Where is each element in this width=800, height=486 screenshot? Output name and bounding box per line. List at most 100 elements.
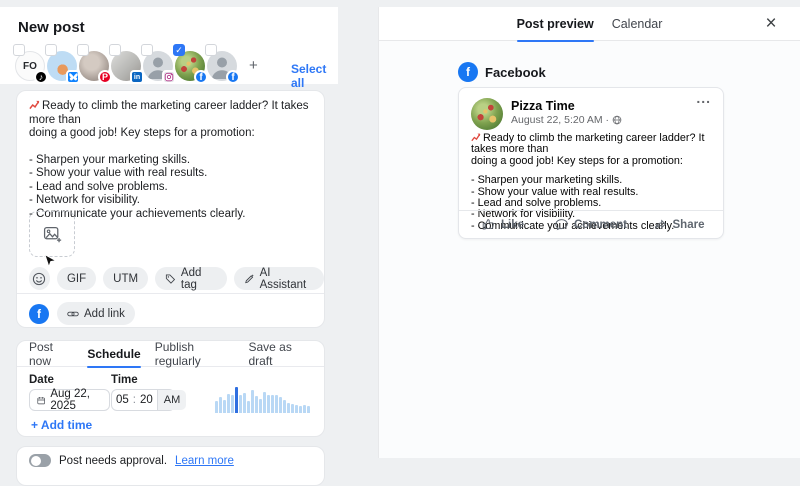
tab-calendar[interactable]: Calendar <box>612 7 663 41</box>
histogram-bar[interactable] <box>275 395 278 413</box>
time-minute[interactable]: 20 <box>136 394 157 406</box>
post-text-editor[interactable]: Ready to climb the marketing career ladd… <box>29 99 316 221</box>
approval-toggle[interactable] <box>29 454 51 467</box>
approval-label: Post needs approval. <box>59 454 168 467</box>
thumbs-up-icon <box>482 219 494 230</box>
tab-schedule[interactable]: Schedule <box>87 341 142 368</box>
facebook-post-preview-card: Pizza Time August 22, 5:20 AM · ... Read… <box>458 87 724 239</box>
post-intro: Ready to climb the marketing career ladd… <box>29 100 309 139</box>
bluesky-icon <box>66 70 80 84</box>
add-link-row: f Add link <box>29 302 135 325</box>
account-facebook-2[interactable]: f <box>205 44 240 84</box>
facebook-icon: f <box>226 70 240 84</box>
add-time-link[interactable]: + Add time <box>31 418 92 432</box>
post-menu-button[interactable]: ... <box>696 90 711 106</box>
preview-panel: Post preview Calendar × f Facebook Pizza… <box>378 7 800 458</box>
histogram-bar[interactable] <box>263 392 266 413</box>
histogram-bar[interactable] <box>239 395 242 413</box>
preview-tabbar: Post preview Calendar × <box>379 7 800 42</box>
account-checkbox[interactable] <box>13 44 25 56</box>
histogram-bar[interactable] <box>235 387 238 413</box>
add-account-button[interactable]: + <box>249 51 258 81</box>
learn-more-link[interactable]: Learn more <box>175 455 234 467</box>
accounts-row: FO ♪ P in ✓ f f + <box>13 44 258 84</box>
time-label: Time <box>111 374 138 386</box>
facebook-icon: f <box>194 70 208 84</box>
add-tag-button[interactable]: Add tag <box>155 267 227 291</box>
composer-header: New post FO ♪ P in ✓ f f + Select all <box>0 7 338 90</box>
histogram-bar[interactable] <box>287 403 290 413</box>
account-checkbox[interactable] <box>109 44 121 56</box>
tag-icon <box>165 273 176 284</box>
date-input[interactable]: Aug 22, 2025 <box>29 388 110 412</box>
ai-pen-icon <box>244 273 254 283</box>
histogram-bar[interactable] <box>247 401 250 413</box>
chart-increasing-emoji <box>29 99 40 110</box>
chart-increasing-emoji <box>471 132 481 142</box>
close-icon[interactable]: × <box>758 11 784 37</box>
histogram-bar[interactable] <box>279 397 282 413</box>
histogram-bar[interactable] <box>255 396 258 413</box>
histogram-bar[interactable] <box>295 405 298 413</box>
divider <box>17 293 324 294</box>
facebook-icon: f <box>458 62 478 82</box>
histogram-bar[interactable] <box>219 397 222 413</box>
instagram-icon <box>162 70 176 84</box>
meridiem-select[interactable]: AM <box>156 390 187 410</box>
comment-icon <box>555 219 568 231</box>
account-checkbox-checked[interactable]: ✓ <box>173 44 185 56</box>
tab-publish-regularly[interactable]: Publish regularly <box>155 340 235 368</box>
publish-options-card: Post now Schedule Publish regularly Save… <box>16 340 325 437</box>
histogram-bar[interactable] <box>291 404 294 413</box>
smiley-icon <box>33 272 46 285</box>
histogram-bar[interactable] <box>251 390 254 413</box>
like-button[interactable]: Like <box>459 218 547 231</box>
link-icon <box>67 311 79 316</box>
select-all-link[interactable]: Select all <box>291 62 338 90</box>
histogram-bar[interactable] <box>307 406 310 413</box>
page-title: New post <box>18 19 85 36</box>
share-icon <box>654 219 666 229</box>
gif-button[interactable]: GIF <box>56 267 97 290</box>
histogram-bar[interactable] <box>299 406 302 413</box>
account-checkbox[interactable] <box>205 44 217 56</box>
account-tiktok[interactable]: FO ♪ <box>13 44 48 84</box>
tab-save-as-draft[interactable]: Save as draft <box>248 340 312 368</box>
histogram-bar[interactable] <box>215 401 218 413</box>
histogram-bar[interactable] <box>271 395 274 413</box>
network-row: f Facebook <box>458 62 546 82</box>
add-link-button[interactable]: Add link <box>57 302 135 325</box>
add-media-dropzone[interactable] <box>29 211 75 257</box>
account-facebook-pizza[interactable]: ✓ f <box>173 44 208 84</box>
post-bullets: - Sharpen your marketing skills. - Show … <box>29 153 246 220</box>
comment-button[interactable]: Comment <box>547 218 635 231</box>
best-times-histogram[interactable] <box>215 387 315 413</box>
histogram-bar[interactable] <box>267 395 270 413</box>
histogram-bar[interactable] <box>227 394 230 413</box>
utm-button[interactable]: UTM <box>103 267 149 290</box>
tab-post-now[interactable]: Post now <box>29 340 73 368</box>
histogram-bar[interactable] <box>283 400 286 413</box>
globe-icon <box>612 115 622 125</box>
account-checkbox[interactable] <box>141 44 153 56</box>
account-pinterest[interactable]: P <box>77 44 112 84</box>
histogram-bar[interactable] <box>223 400 226 413</box>
account-checkbox[interactable] <box>45 44 57 56</box>
share-button[interactable]: Share <box>635 218 723 231</box>
time-hour[interactable]: 05 <box>112 394 133 406</box>
tab-post-preview[interactable]: Post preview <box>516 7 594 42</box>
histogram-bar[interactable] <box>231 395 234 413</box>
account-checkbox[interactable] <box>77 44 89 56</box>
account-linkedin[interactable]: in <box>109 44 144 84</box>
ai-assistant-button[interactable]: AI Assistant <box>233 267 324 291</box>
histogram-bar[interactable] <box>303 405 306 413</box>
time-input[interactable]: 05 : 20 AM <box>111 389 187 411</box>
date-label: Date <box>29 374 54 386</box>
histogram-bar[interactable] <box>259 399 262 413</box>
post-timestamp: August 22, 5:20 AM · <box>511 114 622 126</box>
publish-tabs: Post now Schedule Publish regularly Save… <box>17 340 324 368</box>
account-instagram[interactable] <box>141 44 176 84</box>
emoji-button[interactable] <box>29 267 50 290</box>
account-bluesky[interactable] <box>45 44 80 84</box>
histogram-bar[interactable] <box>243 393 246 413</box>
